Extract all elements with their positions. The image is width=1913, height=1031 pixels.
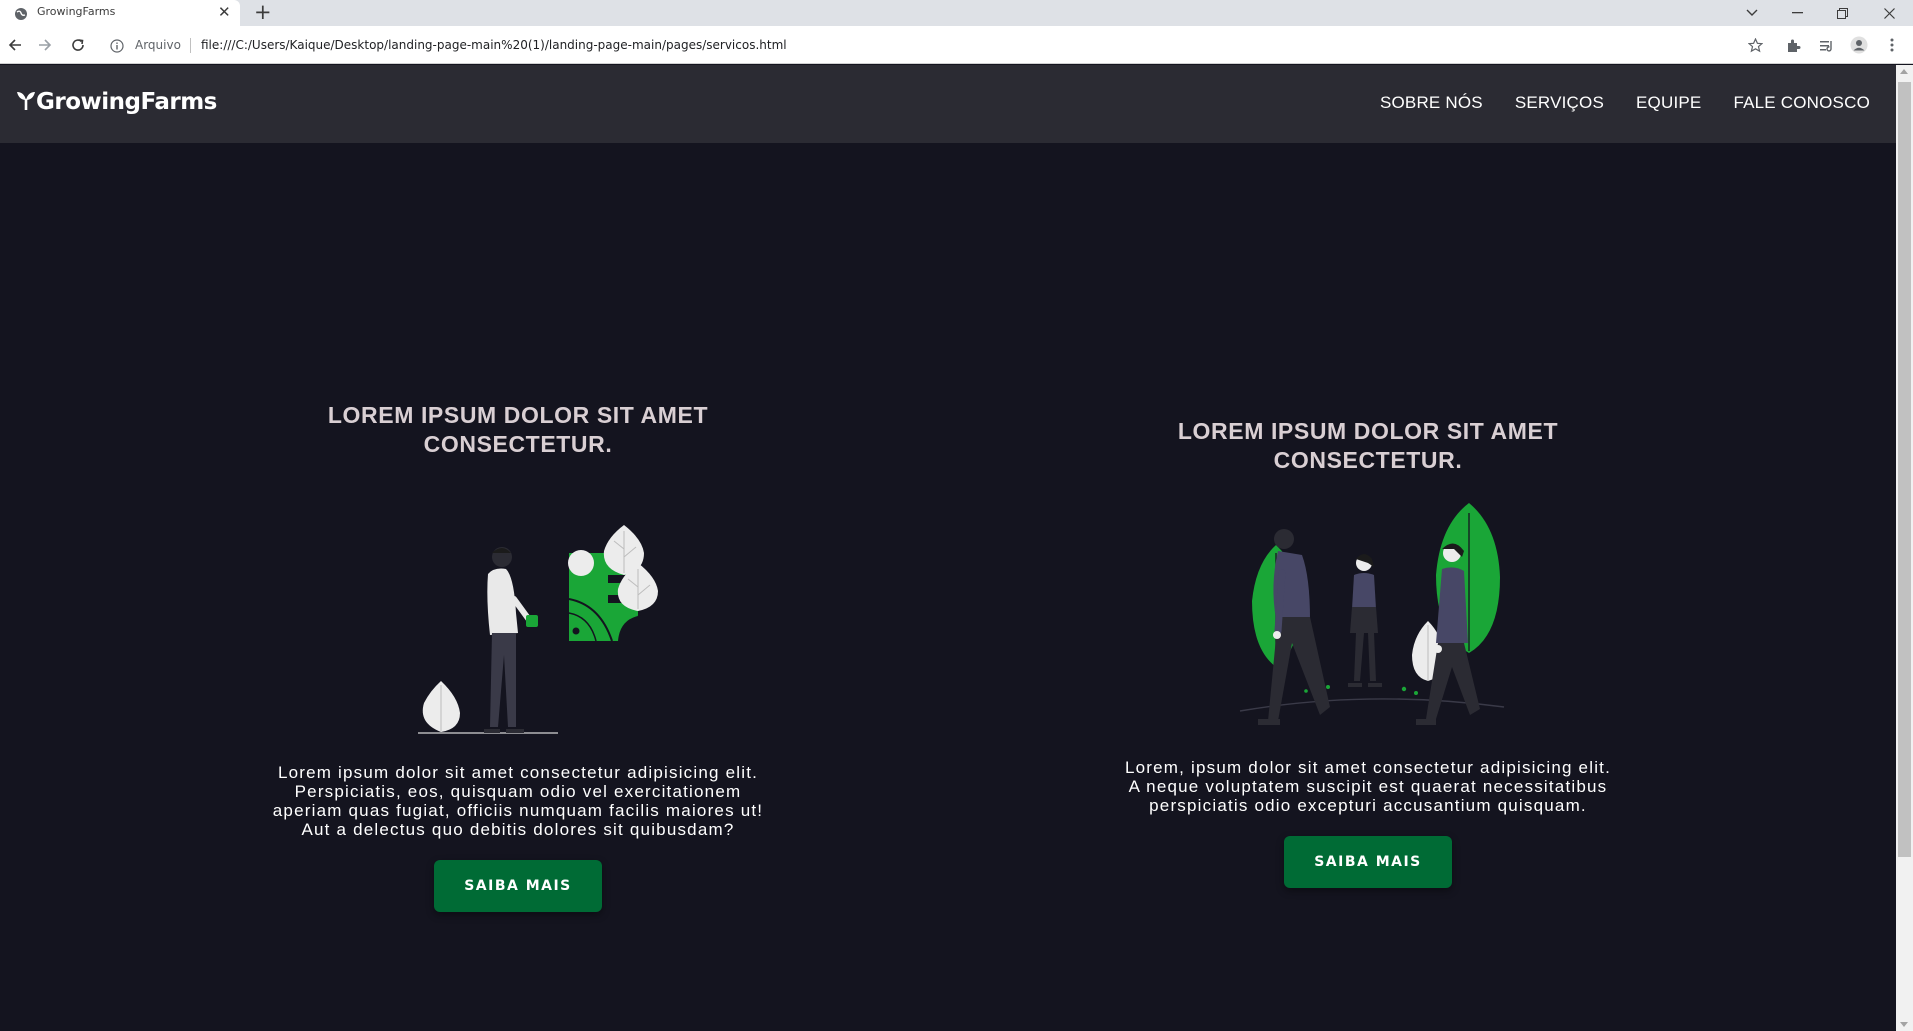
browser-menu-icon[interactable] xyxy=(1882,35,1902,55)
nav-item-sobre-nos[interactable]: SOBRE NÓS xyxy=(1380,93,1483,113)
profile-avatar-icon[interactable] xyxy=(1849,35,1869,55)
address-separator xyxy=(190,38,191,53)
scroll-down-arrow-icon[interactable] xyxy=(1900,1022,1908,1027)
people-walking-illustration xyxy=(1239,503,1505,725)
close-tab-icon[interactable]: ✕ xyxy=(218,3,231,21)
restore-icon[interactable] xyxy=(1822,0,1862,26)
info-icon[interactable] xyxy=(110,38,124,53)
card-text-line: A neque voluptatem suscipit est quaerat … xyxy=(1128,777,1608,796)
tab-title: GrowingFarms xyxy=(37,5,116,18)
minimize-icon[interactable] xyxy=(1777,0,1817,26)
new-tab-icon[interactable]: + xyxy=(254,1,272,23)
card-title-line: CONSECTETUR. xyxy=(423,431,613,457)
card-description: Lorem, ipsum dolor sit amet consectetur … xyxy=(1018,758,1718,815)
bookmark-star-icon[interactable] xyxy=(1745,35,1765,55)
nav-item-servicos[interactable]: SERVIÇOS xyxy=(1515,93,1604,113)
person-plants-illustration xyxy=(418,525,658,734)
close-window-icon[interactable] xyxy=(1869,0,1909,26)
browser-tab-strip: GrowingFarms ✕ + xyxy=(0,0,1913,26)
globe-icon xyxy=(14,6,28,20)
card-text-line: Perspiciatis, eos, quisquam odio vel exe… xyxy=(294,782,742,801)
address-bar[interactable]: Arquivo file:///C:/Users/Kaique/Desktop/… xyxy=(100,30,1770,60)
media-control-icon[interactable] xyxy=(1816,35,1836,55)
logo[interactable]: GrowingFarms xyxy=(16,89,217,115)
vertical-scrollbar[interactable] xyxy=(1896,65,1913,1031)
nav-item-fale-conosco[interactable]: FALE CONOSCO xyxy=(1733,93,1870,113)
card-title-line: LOREM IPSUM DOLOR SIT AMET xyxy=(327,402,709,428)
card-text-line: Lorem ipsum dolor sit amet consectetur a… xyxy=(277,763,759,782)
scroll-up-arrow-icon[interactable] xyxy=(1900,69,1908,74)
page-viewport: GrowingFarms SOBRE NÓS SERVIÇOS EQUIPE F… xyxy=(0,65,1896,1031)
nav-item-equipe[interactable]: EQUIPE xyxy=(1636,93,1701,113)
saiba-mais-button[interactable]: SAIBA MAIS xyxy=(434,860,602,912)
card-title-line: CONSECTETUR. xyxy=(1273,447,1463,473)
scrollbar-thumb[interactable] xyxy=(1898,82,1911,857)
main-nav: SOBRE NÓS SERVIÇOS EQUIPE FALE CONOSCO xyxy=(1380,93,1870,113)
saiba-mais-button[interactable]: SAIBA MAIS xyxy=(1284,836,1452,888)
card-title: LOREM IPSUM DOLOR SIT AMET CONSECTETUR. xyxy=(1018,417,1718,475)
tab-search-icon[interactable] xyxy=(1732,0,1772,26)
url-text[interactable]: file:///C:/Users/Kaique/Desktop/landing-… xyxy=(201,38,787,52)
back-icon[interactable] xyxy=(5,35,25,55)
card-text-line: Aut a delectus quo debitis dolores sit q… xyxy=(301,820,735,839)
card-description: Lorem ipsum dolor sit amet consectetur a… xyxy=(168,763,868,839)
extensions-icon[interactable] xyxy=(1783,35,1803,55)
card-text-line: perspiciatis odio excepturi accusantium … xyxy=(1149,796,1587,815)
forward-icon[interactable] xyxy=(35,35,55,55)
card-title: LOREM IPSUM DOLOR SIT AMET CONSECTETUR. xyxy=(168,401,868,459)
browser-tab[interactable]: GrowingFarms ✕ xyxy=(0,0,240,26)
reload-icon[interactable] xyxy=(68,35,88,55)
address-scheme-label: Arquivo xyxy=(135,38,181,52)
logo-text: GrowingFarms xyxy=(36,89,217,115)
sprout-icon xyxy=(16,89,36,115)
browser-toolbar: Arquivo file:///C:/Users/Kaique/Desktop/… xyxy=(0,26,1913,64)
service-card-1: LOREM IPSUM DOLOR SIT AMET CONSECTETUR. xyxy=(168,401,868,912)
site-header: GrowingFarms SOBRE NÓS SERVIÇOS EQUIPE F… xyxy=(0,65,1896,143)
card-title-line: LOREM IPSUM DOLOR SIT AMET xyxy=(1177,418,1559,444)
card-text-line: Lorem, ipsum dolor sit amet consectetur … xyxy=(1124,758,1612,777)
card-text-line: aperiam quas fugiat, officiis numquam fa… xyxy=(272,801,764,820)
service-card-2: LOREM IPSUM DOLOR SIT AMET CONSECTETUR. xyxy=(1018,417,1718,888)
